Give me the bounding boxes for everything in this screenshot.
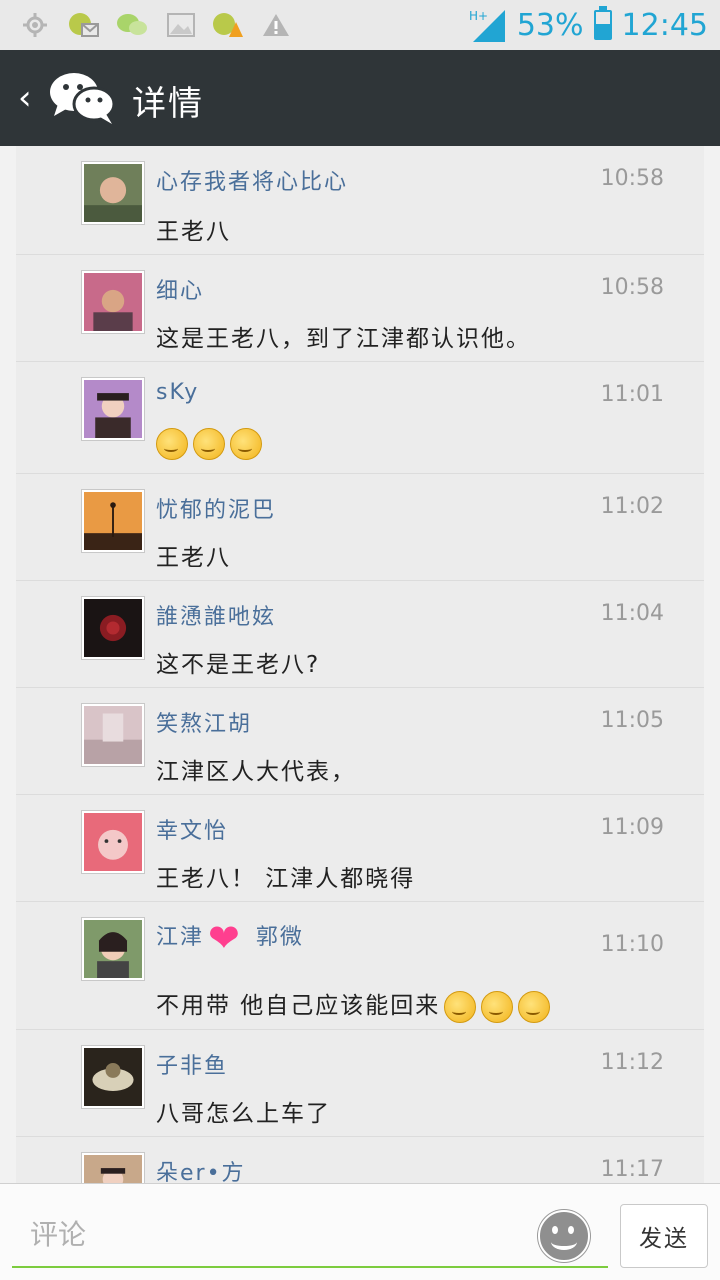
- back-button[interactable]: ‹: [18, 78, 32, 118]
- comment-time: 11:17: [600, 1157, 664, 1182]
- commenter-name[interactable]: 幸文怡: [156, 813, 228, 845]
- comment-text-wrapper: 不用带 他自己应该能回来: [156, 986, 555, 1023]
- gps-icon: [23, 13, 47, 37]
- battery-icon: [593, 6, 612, 40]
- comment-time: 11:05: [600, 708, 664, 733]
- comment-text: 江津区人大代表，: [156, 759, 356, 785]
- comment-time: 11:01: [600, 382, 664, 407]
- thinking-emoji-icon: [444, 990, 477, 1023]
- avatar[interactable]: [82, 1046, 144, 1108]
- comment-item: 细心 10:58 这是王老八，到了江津都认识他。: [16, 255, 704, 362]
- comment-item: 幸文怡 11:09 王老八！ 江津人都晓得: [16, 795, 704, 902]
- comment-text: 不用带 他自己应该能回来: [156, 993, 441, 1019]
- thinking-emoji-icon: [518, 990, 551, 1023]
- commenter-name[interactable]: 细心: [156, 273, 204, 305]
- comment-time: 11:09: [600, 815, 664, 840]
- comment-time: 11:02: [600, 494, 664, 519]
- comment-item: 誰慂誰吔妶 11:04 这不是王老八?: [16, 581, 704, 688]
- emoji-button[interactable]: [538, 1210, 590, 1262]
- avatar[interactable]: [82, 1153, 144, 1183]
- comment-item: 江津 ❤ 郭微 11:10 不用带 他自己应该能回来: [16, 902, 704, 1030]
- title-bar: ‹ 详情: [0, 50, 720, 146]
- comment-time: 11:10: [600, 932, 664, 957]
- heart-icon: ❤: [208, 916, 242, 960]
- comment-list[interactable]: 心存我者将心比心 10:58 王老八 细心 10:58 这是王老八，到了江津都认…: [16, 146, 704, 1183]
- comment-item: 忧郁的泥巴 11:02 王老八: [16, 474, 704, 581]
- commenter-name[interactable]: sKy: [156, 380, 199, 405]
- avatar[interactable]: [82, 162, 144, 224]
- comment-time: 11:12: [600, 1050, 664, 1075]
- status-bar: H+ 53% 12:45: [0, 0, 720, 50]
- thinking-emoji-icon: [193, 428, 225, 460]
- avatar[interactable]: [82, 918, 144, 980]
- comment-input[interactable]: [12, 1202, 608, 1268]
- comment-emojis: [156, 428, 267, 460]
- warning-icon: [263, 14, 289, 36]
- comment-text: 这是王老八，到了江津都认识他。: [156, 326, 531, 352]
- comment-text: 王老八！ 江津人都晓得: [156, 866, 416, 892]
- avatar[interactable]: [82, 597, 144, 659]
- comment-item: sKy 11:01: [16, 362, 704, 474]
- send-button[interactable]: 发送: [620, 1204, 708, 1268]
- commenter-name-part: 郭微: [255, 925, 304, 950]
- comment-item: 子非鱼 11:12 八哥怎么上车了: [16, 1030, 704, 1137]
- comment-text: 这不是王老八?: [156, 652, 321, 678]
- comment-item: 朵er•方 11:17: [16, 1137, 704, 1183]
- signal-icon: H+: [469, 9, 505, 42]
- thinking-emoji-icon: [481, 990, 514, 1023]
- comment-text: 王老八: [156, 545, 231, 571]
- commenter-name[interactable]: 子非鱼: [156, 1048, 228, 1080]
- comment-time: 10:58: [600, 275, 664, 300]
- comment-text: 八哥怎么上车了: [156, 1101, 331, 1127]
- page-title: 详情: [132, 84, 204, 124]
- avatar[interactable]: [82, 490, 144, 552]
- wechat-logo-icon: [50, 73, 116, 124]
- avatar[interactable]: [82, 811, 144, 873]
- thinking-emoji-icon: [156, 428, 188, 460]
- comment-time: 10:58: [600, 166, 664, 191]
- commenter-name[interactable]: 朵er•方: [156, 1155, 246, 1183]
- status-indicators: H+ 53% 12:45: [469, 0, 708, 50]
- comment-item: 笑熬江胡 11:05 江津区人大代表，: [16, 688, 704, 795]
- commenter-name[interactable]: 心存我者将心比心: [156, 164, 348, 196]
- avatar[interactable]: [82, 271, 144, 333]
- battery-percent: 53%: [516, 7, 584, 43]
- commenter-name[interactable]: 江津 ❤ 郭微: [156, 916, 304, 960]
- avatar[interactable]: [82, 704, 144, 766]
- comment-item: 心存我者将心比心 10:58 王老八: [16, 146, 704, 255]
- commenter-name[interactable]: 誰慂誰吔妶: [156, 599, 276, 631]
- commenter-name-part: 江津: [156, 925, 205, 950]
- app-warning-icon: [213, 13, 243, 37]
- message-app-icon: [69, 13, 99, 37]
- network-type: H+: [469, 9, 488, 23]
- thinking-emoji-icon: [230, 428, 262, 460]
- wechat-notification-icon: [117, 14, 147, 35]
- comment-input-bar: 发送: [0, 1183, 720, 1280]
- avatar[interactable]: [82, 378, 144, 440]
- commenter-name[interactable]: 笑熬江胡: [156, 706, 252, 738]
- commenter-name[interactable]: 忧郁的泥巴: [156, 492, 276, 524]
- comment-text: 王老八: [156, 219, 231, 245]
- comment-time: 11:04: [600, 601, 664, 626]
- clock: 12:45: [621, 7, 708, 43]
- image-icon: [167, 13, 195, 37]
